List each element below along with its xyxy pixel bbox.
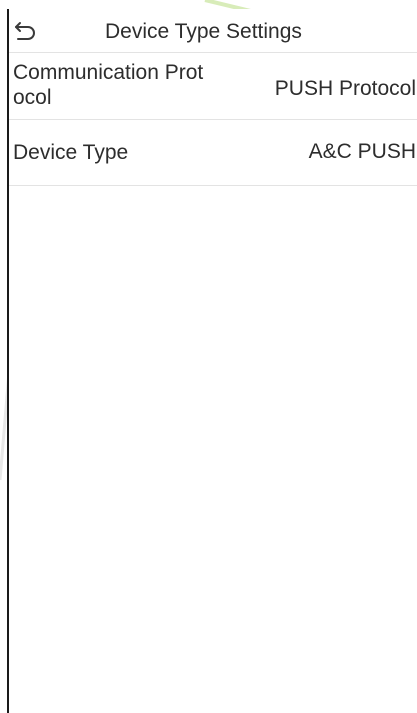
setting-row-communication-protocol[interactable]: Communication Protocol PUSH Protocol [9, 53, 417, 120]
back-button[interactable] [13, 17, 39, 43]
setting-value: PUSH Protocol [274, 77, 416, 100]
setting-label: Communication Protocol [13, 61, 204, 109]
back-arrow-icon [15, 22, 35, 40]
page-title: Device Type Settings [105, 20, 302, 43]
settings-screen: Device Type Settings Communication Proto… [7, 9, 417, 713]
setting-label: Device Type [13, 141, 129, 164]
setting-value: A&C PUSH [308, 140, 416, 163]
setting-row-device-type[interactable]: Device Type A&C PUSH [9, 120, 417, 186]
title-bar: Device Type Settings [9, 9, 417, 53]
